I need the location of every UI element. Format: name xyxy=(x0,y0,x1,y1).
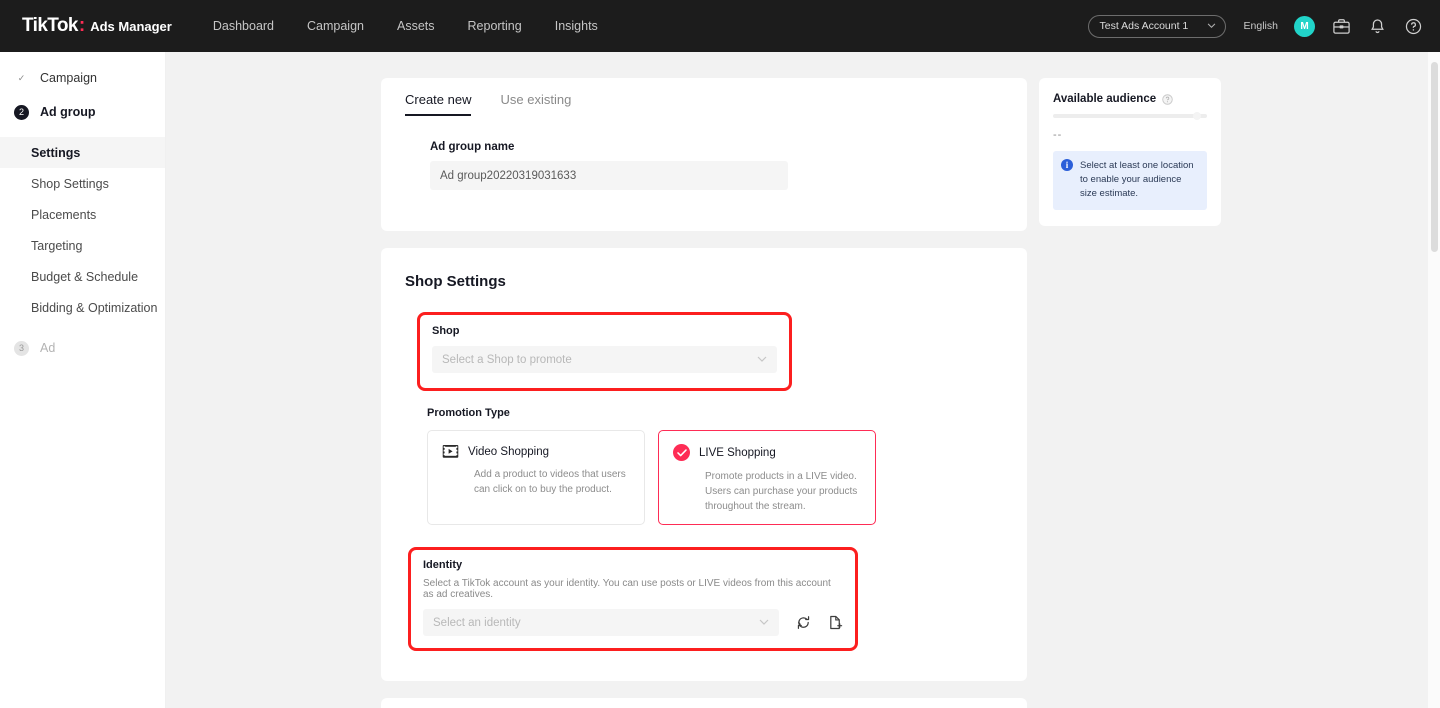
shop-settings-card: Shop Settings Shop Select a Shop to prom… xyxy=(381,248,1027,681)
identity-select-placeholder: Select an identity xyxy=(433,616,521,629)
sidebar-item-settings[interactable]: Settings xyxy=(0,137,165,168)
form-column: Create new Use existing Ad group name Ad… xyxy=(166,52,1440,708)
promotion-option-live-shopping[interactable]: LIVE Shopping Promote products in a LIVE… xyxy=(658,430,876,525)
avatar[interactable]: M xyxy=(1294,15,1315,37)
promotion-option-video-shopping[interactable]: Video Shopping Add a product to videos t… xyxy=(427,430,645,525)
sidebar-item-placements[interactable]: Placements xyxy=(0,199,165,230)
brand-logo-colon: : xyxy=(78,15,86,36)
form-footer: Back Next xyxy=(381,698,1027,708)
adgroup-mode-tabs: Create new Use existing xyxy=(405,92,1003,116)
sidebar-item-shop-settings[interactable]: Shop Settings xyxy=(0,168,165,199)
help-icon[interactable] xyxy=(1404,17,1423,36)
inbox-icon[interactable] xyxy=(1332,17,1351,36)
chevron-down-icon xyxy=(1207,23,1215,29)
shop-field-annotation: Shop Select a Shop to promote xyxy=(417,312,792,391)
nav-insights[interactable]: Insights xyxy=(555,19,598,33)
identity-label: Identity xyxy=(423,559,463,571)
page-body: ✓ Campaign 2 Ad group Settings Shop Sett… xyxy=(0,52,1440,708)
promotion-option-live-shopping-desc: Promote products in a LIVE video. Users … xyxy=(705,471,858,512)
main-content: Create new Use existing Ad group name Ad… xyxy=(166,52,1440,708)
audience-info-text: Select at least one location to enable y… xyxy=(1080,160,1194,199)
step-number-badge: 3 xyxy=(14,340,29,356)
shop-settings-title: Shop Settings xyxy=(405,273,506,290)
scrollbar-thumb[interactable] xyxy=(1431,62,1438,252)
check-circle-icon xyxy=(673,444,690,461)
sidebar-step-campaign-label: Campaign xyxy=(40,71,97,85)
sidebar-step-ad[interactable]: 3 Ad xyxy=(0,331,165,365)
promotion-type-options: Video Shopping Add a product to videos t… xyxy=(427,430,1003,525)
vertical-scrollbar[interactable] xyxy=(1428,52,1440,708)
account-selector-label: Test Ads Account 1 xyxy=(1099,20,1189,32)
audience-size-gauge xyxy=(1053,112,1207,120)
sidebar-item-targeting[interactable]: Targeting xyxy=(0,230,165,261)
language-selector[interactable]: English xyxy=(1244,20,1278,32)
tab-create-new[interactable]: Create new xyxy=(405,92,472,116)
nav-dashboard[interactable]: Dashboard xyxy=(213,19,274,33)
identity-description: Select a TikTok account as your identity… xyxy=(423,578,831,600)
shop-label: Shop xyxy=(432,325,460,337)
bell-icon[interactable] xyxy=(1368,17,1387,36)
step-number-badge: 2 xyxy=(14,104,29,120)
adgroup-name-label: Ad group name xyxy=(430,141,515,153)
brand-logo-product: Ads Manager xyxy=(90,19,172,34)
top-right-controls: Test Ads Account 1 English M xyxy=(1087,0,1423,52)
nav-reporting[interactable]: Reporting xyxy=(468,19,522,33)
sidebar-item-bidding-optimization[interactable]: Bidding & Optimization xyxy=(0,292,165,323)
main-nav: Dashboard Campaign Assets Reporting Insi… xyxy=(213,19,598,33)
sidebar-step-adgroup-label: Ad group xyxy=(40,105,96,119)
audience-info-banner: i Select at least one location to enable… xyxy=(1053,151,1207,210)
sidebar-step-campaign[interactable]: ✓ Campaign xyxy=(0,61,165,95)
info-icon: i xyxy=(1061,159,1073,171)
promotion-option-video-shopping-desc: Add a product to videos that users can c… xyxy=(474,469,626,495)
promotion-option-video-shopping-title: Video Shopping xyxy=(468,445,549,458)
add-identity-icon[interactable] xyxy=(828,615,843,630)
video-shopping-icon xyxy=(442,444,459,458)
account-selector[interactable]: Test Ads Account 1 xyxy=(1087,14,1226,38)
refresh-icon[interactable] xyxy=(796,615,811,630)
sidebar-step-adgroup[interactable]: 2 Ad group xyxy=(0,95,165,129)
available-audience-value: -- xyxy=(1053,129,1063,141)
top-navigation-bar: TikTok : Ads Manager Dashboard Campaign … xyxy=(0,0,1440,52)
adgroup-name-card: Create new Use existing Ad group name Ad… xyxy=(381,78,1027,231)
tab-use-existing[interactable]: Use existing xyxy=(500,92,571,116)
brand-logo[interactable]: TikTok : Ads Manager xyxy=(22,15,172,37)
shop-select[interactable]: Select a Shop to promote xyxy=(432,346,777,373)
nav-assets[interactable]: Assets xyxy=(397,19,435,33)
sidebar-step-ad-label: Ad xyxy=(40,341,56,355)
identity-select[interactable]: Select an identity xyxy=(423,609,779,636)
nav-campaign[interactable]: Campaign xyxy=(307,19,364,33)
available-audience-panel: Available audience -- i Select at least … xyxy=(1039,78,1221,226)
sidebar-item-budget-schedule[interactable]: Budget & Schedule xyxy=(0,261,165,292)
promotion-option-live-shopping-title: LIVE Shopping xyxy=(699,446,776,459)
chevron-down-icon xyxy=(759,619,769,625)
help-circle-icon[interactable] xyxy=(1162,93,1173,105)
brand-logo-tiktok: TikTok xyxy=(22,15,78,36)
chevron-down-icon xyxy=(757,356,767,362)
available-audience-title: Available audience xyxy=(1053,93,1157,105)
shop-select-placeholder: Select a Shop to promote xyxy=(442,353,572,366)
identity-field-annotation: Identity Select a TikTok account as your… xyxy=(408,547,858,651)
check-icon: ✓ xyxy=(17,72,26,83)
adgroup-name-input[interactable]: Ad group20220319031633 xyxy=(430,161,788,190)
sidebar: ✓ Campaign 2 Ad group Settings Shop Sett… xyxy=(0,52,166,708)
promotion-type-label: Promotion Type xyxy=(427,407,510,419)
